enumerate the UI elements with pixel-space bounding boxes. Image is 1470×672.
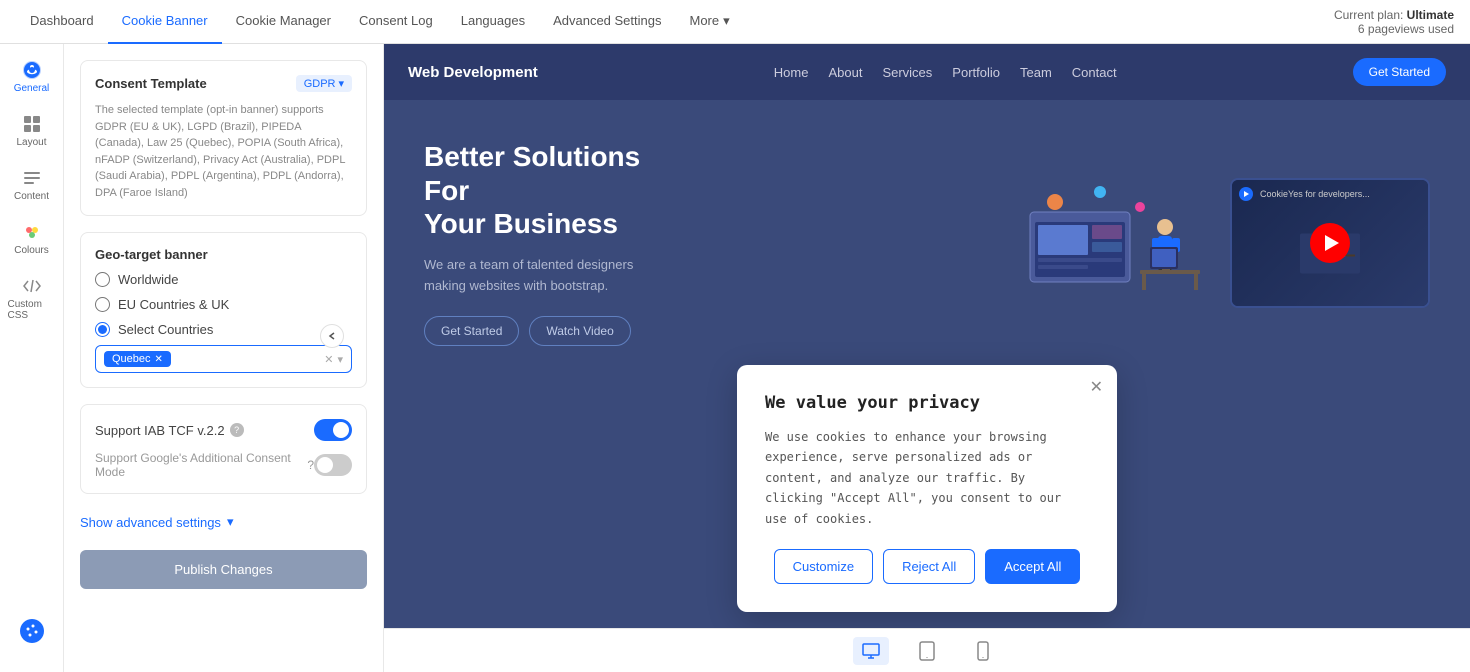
preview-area: Web Development Home About Services Port… [384, 44, 1470, 672]
video-label: CookieYes for developers... [1260, 189, 1370, 199]
gdpr-badge[interactable]: GDPR ▾ [296, 75, 352, 92]
sidebar-cookie-icon[interactable] [18, 617, 46, 660]
cookie-banner-title: We value your privacy [765, 393, 1089, 413]
iab-toggle-row: Support IAB TCF v.2.2 ? [95, 419, 352, 441]
plan-name: Ultimate [1407, 8, 1454, 22]
clear-icon[interactable]: ✕ [324, 353, 333, 366]
hero-text: Better Solutions For Your Business We ar… [424, 140, 990, 346]
preview-nav-team[interactable]: Team [1020, 65, 1052, 80]
video-thumbnail[interactable]: CookieYes for developers... [1230, 178, 1430, 308]
cookie-banner-desc: We use cookies to enhance your browsing … [765, 427, 1089, 529]
collapse-panel-button[interactable] [320, 324, 344, 348]
nav-languages[interactable]: Languages [447, 0, 539, 44]
sidebar-general-label: General [14, 83, 50, 94]
iab-label: Support IAB TCF v.2.2 ? [95, 423, 244, 438]
plan-usage: 6 pageviews used [1358, 22, 1454, 36]
plan-info: Current plan: Ultimate 6 pageviews used [1334, 8, 1454, 36]
geo-eu-label: EU Countries & UK [118, 297, 229, 312]
geo-target-section: Geo-target banner Worldwide EU Countries… [80, 232, 367, 388]
advanced-settings-link[interactable]: Show advanced settings ▾ [80, 510, 367, 534]
sidebar-item-content[interactable]: Content [4, 160, 60, 210]
preview-nav-portfolio[interactable]: Portfolio [952, 65, 1000, 80]
device-mobile-icon[interactable] [965, 637, 1001, 665]
nav-more[interactable]: More ▾ [675, 0, 743, 44]
tag-close-icon[interactable]: ✕ [155, 354, 163, 365]
preview-device-bar [384, 628, 1470, 672]
section-header: Consent Template GDPR ▾ [95, 75, 352, 92]
nav-cookie-manager[interactable]: Cookie Manager [222, 0, 345, 44]
geo-target-title: Geo-target banner [95, 247, 352, 262]
hero-buttons: Get Started Watch Video [424, 316, 990, 346]
device-tablet-icon[interactable] [909, 637, 945, 665]
sidebar-item-layout[interactable]: Layout [4, 106, 60, 156]
chevron-down-icon: ▾ [227, 514, 234, 530]
iab-toggle[interactable] [314, 419, 352, 441]
geo-worldwide-label: Worldwide [118, 272, 178, 287]
sidebar-layout-label: Layout [16, 137, 46, 148]
nav-cookie-banner[interactable]: Cookie Banner [108, 0, 222, 44]
consent-template-desc: The selected template (opt-in banner) su… [95, 102, 352, 201]
preview-nav-services[interactable]: Services [882, 65, 932, 80]
nav-dashboard[interactable]: Dashboard [16, 0, 108, 44]
google-consent-info-icon[interactable]: ? [307, 458, 314, 472]
cookie-banner-buttons: Customize Reject All Accept All [765, 549, 1089, 584]
preview-hero: Better Solutions For Your Business We ar… [384, 100, 1470, 366]
cookie-modal: ✕ We value your privacy We use cookies t… [737, 365, 1117, 612]
device-desktop-icon[interactable] [853, 637, 889, 665]
consent-template-title: Consent Template [95, 76, 207, 91]
main-body: General Layout Content Colours Custom CS… [0, 44, 1470, 672]
sidebar-css-label: Custom CSS [8, 299, 56, 321]
hero-watch-video-btn[interactable]: Watch Video [529, 316, 630, 346]
video-play-button[interactable] [1310, 223, 1350, 263]
cookie-reject-button[interactable]: Reject All [883, 549, 975, 584]
chevron-down-icon: ▾ [338, 77, 344, 90]
geo-option-eu[interactable]: EU Countries & UK [95, 297, 352, 312]
hero-get-started-btn[interactable]: Get Started [424, 316, 519, 346]
hero-desc: We are a team of talented designers maki… [424, 255, 644, 297]
nav-consent-log[interactable]: Consent Log [345, 0, 447, 44]
cookie-modal-overlay: ✕ We value your privacy We use cookies t… [737, 365, 1117, 612]
nav-items: Dashboard Cookie Banner Cookie Manager C… [16, 0, 744, 44]
select-controls: ✕ ▾ [324, 353, 343, 366]
preview-nav-home[interactable]: Home [774, 65, 809, 80]
preview-brand: Web Development [408, 64, 538, 81]
cookie-customize-button[interactable]: Customize [774, 549, 873, 584]
sidebar-item-colours[interactable]: Colours [4, 214, 60, 264]
toggle-knob [333, 422, 349, 438]
hero-title: Better Solutions For Your Business [424, 140, 990, 241]
geo-select-label: Select Countries [118, 322, 213, 337]
sidebar-colours-label: Colours [14, 245, 48, 256]
chevron-down-icon[interactable]: ▾ [337, 353, 343, 366]
toggle-knob-2 [317, 457, 333, 473]
google-consent-row: Support Google's Additional Consent Mode… [95, 451, 352, 479]
preview-nav-about[interactable]: About [828, 65, 862, 80]
geo-radio-group: Worldwide EU Countries & UK Select Count… [95, 272, 352, 337]
quebec-tag: Quebec ✕ [104, 351, 171, 367]
geo-option-select[interactable]: Select Countries [95, 322, 352, 337]
cookie-modal-close-button[interactable]: ✕ [1090, 377, 1103, 397]
sidebar-content-label: Content [14, 191, 49, 202]
hero-illustration [1010, 172, 1210, 315]
preview-navbar: Web Development Home About Services Port… [384, 44, 1470, 100]
iab-section: Support IAB TCF v.2.2 ? Support Google's… [80, 404, 367, 494]
iab-info-icon[interactable]: ? [230, 423, 244, 437]
publish-changes-button[interactable]: Publish Changes [80, 550, 367, 589]
top-nav: Dashboard Cookie Banner Cookie Manager C… [0, 0, 1470, 44]
sidebar-item-custom-css[interactable]: Custom CSS [4, 268, 60, 329]
preview-get-started-btn[interactable]: Get Started [1353, 58, 1446, 86]
consent-template-section: Consent Template GDPR ▾ The selected tem… [80, 60, 367, 216]
google-consent-label: Support Google's Additional Consent Mode… [95, 451, 314, 479]
left-panel: Consent Template GDPR ▾ The selected tem… [64, 44, 384, 672]
country-tag-input[interactable]: Quebec ✕ ✕ ▾ [95, 345, 352, 373]
preview-nav-links: Home About Services Portfolio Team Conta… [774, 65, 1117, 80]
preview-nav-contact[interactable]: Contact [1072, 65, 1117, 80]
plan-prefix: Current plan: [1334, 8, 1407, 22]
sidebar: General Layout Content Colours Custom CS… [0, 44, 64, 672]
google-consent-toggle[interactable] [314, 454, 352, 476]
nav-advanced-settings[interactable]: Advanced Settings [539, 0, 675, 44]
chevron-down-icon: ▾ [723, 13, 730, 29]
sidebar-item-general[interactable]: General [4, 52, 60, 102]
cookie-accept-button[interactable]: Accept All [985, 549, 1080, 584]
geo-option-worldwide[interactable]: Worldwide [95, 272, 352, 287]
